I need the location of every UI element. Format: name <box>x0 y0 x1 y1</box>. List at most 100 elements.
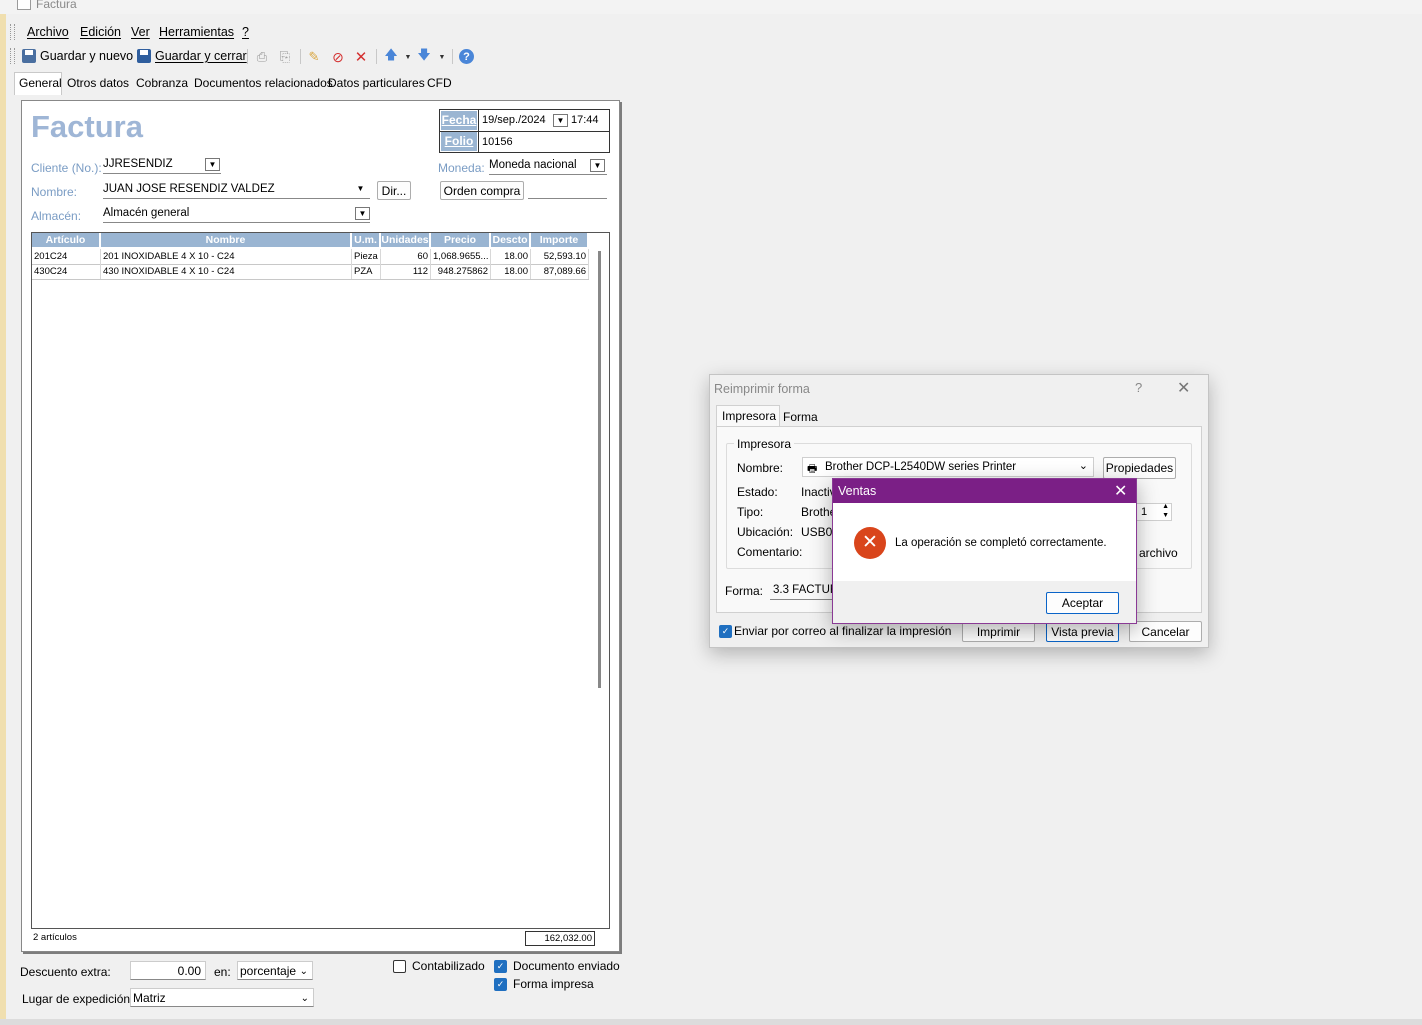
save-close-button[interactable]: Guardar y cerrar <box>137 47 247 65</box>
imprimir-button[interactable]: Imprimir <box>962 621 1035 642</box>
col-um[interactable]: U.m. <box>352 233 381 247</box>
nombre-label: Nombre: <box>31 185 78 199</box>
cliente-field[interactable]: JJRESENDIZ <box>103 158 221 174</box>
dialog-title: Reimprimir forma <box>714 382 810 396</box>
contabilizado-checkbox[interactable] <box>393 960 406 973</box>
cancel-circle-icon[interactable]: ⊘ <box>331 49 345 65</box>
folio-value[interactable]: 10156 <box>482 136 513 148</box>
col-descto[interactable]: Descto <box>491 233 531 247</box>
nombre-field[interactable]: JUAN JOSE RESENDIZ VALDEZ <box>103 183 370 199</box>
documento-enviado-checkbox[interactable]: ✓ <box>494 960 507 973</box>
fecha-label: Fecha <box>441 111 477 130</box>
menu-edicion[interactable]: Edición <box>80 25 121 39</box>
tab-documentos-relacionados[interactable]: Documentos relacionados <box>194 76 333 90</box>
save-new-icon <box>22 49 36 63</box>
chevron-down-icon[interactable]: ▼ <box>590 159 605 172</box>
forma-impresa-label: Forma impresa <box>513 977 594 991</box>
vista-previa-button[interactable]: Vista previa <box>1046 621 1119 642</box>
message-title-bar: Ventas ✕ <box>833 479 1136 503</box>
aceptar-button[interactable]: Aceptar <box>1046 592 1119 614</box>
window-edge <box>0 0 6 1025</box>
separator <box>300 49 301 64</box>
fecha-value[interactable]: 19/sep./2024 <box>482 114 546 126</box>
ubicacion-label: Ubicación: <box>737 525 794 539</box>
tab-impresora[interactable]: Impresora <box>716 405 780 427</box>
separator <box>247 49 248 64</box>
grid-scrollbar[interactable] <box>598 251 601 688</box>
edit-pencil-icon[interactable]: ✎ <box>307 49 321 64</box>
print-icon[interactable]: ⎙ <box>255 49 269 64</box>
table-row[interactable]: 430C24 430 INOXIDABLE 4 X 10 - C24 PZA 1… <box>32 264 589 280</box>
almacen-field[interactable]: Almacén general <box>103 207 370 223</box>
propiedades-button[interactable]: Propiedades <box>1103 457 1176 479</box>
invoice-form: Factura Fecha 19/sep./2024 ▼ 17:44 Folio… <box>21 100 620 952</box>
items-grid <box>31 232 610 929</box>
save-icon <box>137 49 151 63</box>
message-text: La operación se completó correctamente. <box>895 537 1107 549</box>
chevron-up-icon[interactable]: ▲ <box>1162 503 1169 510</box>
window-title: Factura <box>36 0 77 11</box>
delete-x-icon[interactable]: ✕ <box>354 49 368 66</box>
orden-compra-field[interactable] <box>528 183 607 199</box>
chevron-down-icon[interactable]: ▼ <box>401 50 415 64</box>
close-icon[interactable]: ✕ <box>1177 378 1190 398</box>
menu-herramientas[interactable]: Herramientas <box>159 25 234 39</box>
tab-cfd[interactable]: CFD <box>427 76 452 90</box>
save-new-button[interactable]: Guardar y nuevo <box>22 47 133 65</box>
folio-label: Folio <box>441 132 477 151</box>
chevron-down-icon[interactable]: ▼ <box>354 183 367 194</box>
chevron-down-icon[interactable]: ▼ <box>1162 512 1169 519</box>
help-icon[interactable]: ? <box>1135 380 1142 395</box>
close-icon[interactable]: ✕ <box>1114 481 1127 501</box>
tab-general[interactable]: General <box>14 72 62 95</box>
printer-icon: 🖶 <box>807 463 818 475</box>
col-nombre[interactable]: Nombre <box>101 233 352 247</box>
cancelar-button[interactable]: Cancelar <box>1129 621 1202 642</box>
estado-value: Inactiv <box>801 485 836 499</box>
help-icon[interactable]: ? <box>459 49 474 64</box>
hora-value[interactable]: 17:44 <box>571 114 599 126</box>
en-select[interactable]: porcentaje ⌄ <box>237 961 313 980</box>
table-row[interactable]: 201C24 201 INOXIDABLE 4 X 10 - C24 Pieza… <box>32 249 589 265</box>
menu-archivo[interactable]: Archivo <box>27 25 69 39</box>
arrow-down-icon[interactable]: 🡇 <box>417 47 431 64</box>
printer-nombre-label: Nombre: <box>737 461 784 475</box>
menu-ver[interactable]: Ver <box>131 25 150 39</box>
arrow-up-icon[interactable]: 🡅 <box>384 47 398 64</box>
descuento-input[interactable]: 0.00 <box>130 961 206 980</box>
printer-select[interactable]: 🖶 Brother DCP-L2540DW series Printer ⌄ <box>802 457 1094 477</box>
separator <box>376 49 377 64</box>
col-importe[interactable]: Importe <box>531 233 589 247</box>
tab-datos-particulares[interactable]: Datos particulares <box>328 76 425 90</box>
orden-compra-button[interactable]: Orden compra <box>440 181 524 200</box>
chevron-down-icon[interactable]: ▼ <box>553 114 568 127</box>
dir-button[interactable]: Dir... <box>377 181 411 200</box>
en-label: en: <box>214 965 231 979</box>
tab-cobranza[interactable]: Cobranza <box>136 76 188 90</box>
grip-icon <box>10 24 15 40</box>
col-articulo[interactable]: Artículo <box>32 233 101 247</box>
contabilizado-label: Contabilizado <box>412 959 485 973</box>
cliente-label: Cliente (No.): <box>31 161 102 175</box>
chevron-down-icon[interactable]: ▼ <box>355 207 370 220</box>
tab-forma[interactable]: Forma <box>783 410 818 424</box>
chevron-down-icon[interactable]: ▼ <box>205 158 220 171</box>
copies-stepper[interactable]: 1 ▲ ▼ <box>1135 503 1172 521</box>
chevron-down-icon[interactable]: ▼ <box>435 50 449 64</box>
menu-help[interactable]: ? <box>242 25 249 39</box>
date-folio-box: Fecha 19/sep./2024 ▼ 17:44 Folio 10156 <box>439 109 610 153</box>
documento-enviado-label: Documento enviado <box>513 959 620 973</box>
forma-impresa-checkbox[interactable]: ✓ <box>494 978 507 991</box>
estado-label: Estado: <box>737 485 778 499</box>
chevron-down-icon: ⌄ <box>300 993 309 1004</box>
forma-select[interactable]: 3.3 FACTUR <box>770 580 840 600</box>
print-preview-icon[interactable]: ⎘ <box>278 49 292 64</box>
title-bar: Factura <box>0 0 1422 14</box>
lugar-select[interactable]: Matriz ⌄ <box>130 988 314 1007</box>
col-unidades[interactable]: Unidades <box>381 233 431 247</box>
forma-label: Forma: <box>725 584 764 598</box>
chevron-down-icon: ⌄ <box>299 966 308 977</box>
col-precio[interactable]: Precio <box>431 233 491 247</box>
tab-otros-datos[interactable]: Otros datos <box>67 76 129 90</box>
email-checkbox[interactable]: ✓ <box>719 625 732 638</box>
